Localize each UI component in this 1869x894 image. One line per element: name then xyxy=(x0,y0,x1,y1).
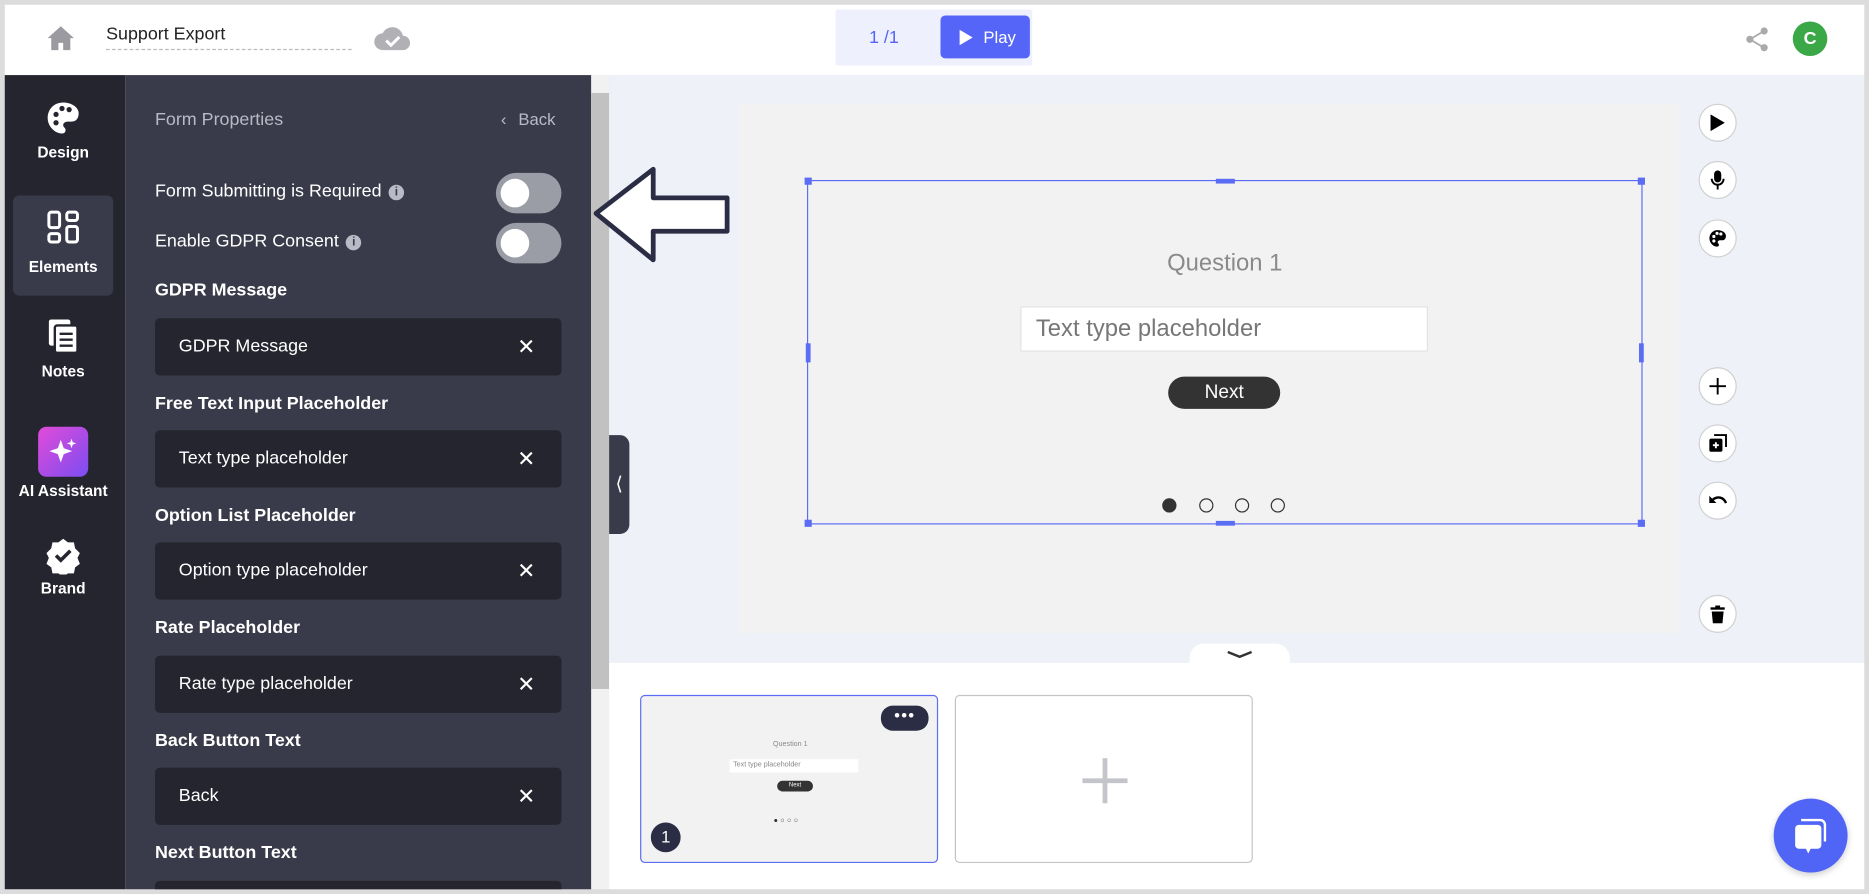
play-icon xyxy=(1710,114,1725,132)
plus-icon xyxy=(1709,377,1727,395)
slide-number-badge: 1 xyxy=(650,822,681,853)
app: Support Export 1 /1 Play C Design Elemen… xyxy=(0,0,1869,894)
field-label: Option List Placeholder xyxy=(154,505,356,526)
enable-gdpr-consent-label: Enable GDPR Consent i xyxy=(155,231,362,252)
delete-slide-button[interactable] xyxy=(1698,594,1737,633)
question-title[interactable]: Question 1 xyxy=(807,250,1643,277)
sidebar-item-label: Design xyxy=(37,143,90,161)
text-input-preview[interactable]: Text type placeholder xyxy=(1020,306,1429,352)
selection-box[interactable] xyxy=(804,177,1645,527)
top-bar: Support Export 1 /1 Play C xyxy=(4,4,1865,76)
clear-icon[interactable]: ✕ xyxy=(517,542,535,599)
clear-icon[interactable]: ✕ xyxy=(517,656,535,713)
clear-icon[interactable]: ✕ xyxy=(517,768,535,825)
enable-gdpr-consent-toggle[interactable] xyxy=(495,222,562,264)
palette-icon xyxy=(47,102,79,134)
clear-icon[interactable]: ✕ xyxy=(517,318,535,375)
sparkles-icon xyxy=(38,426,89,477)
page-counter: 1 /1 xyxy=(868,27,899,48)
chevron-left-icon: ‹ xyxy=(500,109,507,129)
thumbnail-question: Question 1 xyxy=(772,741,808,749)
form-submitting-required-toggle[interactable] xyxy=(495,172,562,214)
back-button[interactable]: ‹ Back xyxy=(501,110,556,129)
sidebar-item-ai-assistant[interactable]: AI Assistant xyxy=(13,417,113,517)
sidebar-item-label: Brand xyxy=(40,579,86,598)
preview-button[interactable] xyxy=(1698,103,1737,142)
field-label: Free Text Input Placeholder xyxy=(154,393,389,414)
back-label: Back xyxy=(518,109,556,129)
option-list-placeholder-input[interactable]: Option type placeholder ✕ xyxy=(154,542,562,600)
cloud-saved-icon xyxy=(374,27,411,51)
add-slide-button[interactable] xyxy=(1698,367,1737,406)
palette-icon xyxy=(1709,230,1726,247)
progress-dot xyxy=(1270,498,1285,513)
sidebar-item-notes[interactable]: Notes xyxy=(13,308,113,408)
play-icon xyxy=(959,29,973,46)
more-options-button[interactable]: ••• xyxy=(880,705,929,731)
form-submitting-required-label: Form Submitting is Required i xyxy=(155,181,405,201)
gdpr-message-input[interactable]: GDPR Message ✕ xyxy=(154,318,562,376)
duplicate-icon xyxy=(1709,434,1727,452)
progress-dot xyxy=(1234,498,1250,513)
progress-dot xyxy=(1199,498,1214,513)
home-icon[interactable] xyxy=(46,25,75,51)
elements-icon xyxy=(47,210,79,244)
badge-check-icon xyxy=(46,538,80,575)
next-button-text-input[interactable] xyxy=(154,880,562,890)
presentation-controls: 1 /1 Play xyxy=(835,9,1033,66)
play-label: Play xyxy=(983,27,1016,47)
sidebar-item-elements[interactable]: Elements xyxy=(13,195,114,296)
thumbnail-dots: ●○○○ xyxy=(773,817,801,825)
rate-placeholder-input[interactable]: Rate type placeholder ✕ xyxy=(154,655,562,713)
avatar[interactable]: C xyxy=(1792,21,1828,57)
chevron-down-icon xyxy=(1227,650,1253,659)
sidebar-item-brand[interactable]: Brand xyxy=(13,527,113,627)
field-label: Back Button Text xyxy=(154,730,301,751)
sidebar-item-label: AI Assistant xyxy=(18,481,108,500)
record-audio-button[interactable] xyxy=(1698,160,1737,200)
collapse-strip-button[interactable] xyxy=(1189,643,1290,670)
collapse-panel-handle[interactable]: ⟨ xyxy=(609,435,630,535)
notes-icon xyxy=(48,319,79,355)
add-slide-tile[interactable] xyxy=(954,694,1253,864)
sidebar-item-label: Elements xyxy=(28,257,98,276)
progress-dot-active xyxy=(1162,498,1177,513)
document-title-input[interactable]: Support Export xyxy=(106,24,352,51)
back-button-text-input[interactable]: Back ✕ xyxy=(154,767,562,825)
chat-support-button[interactable] xyxy=(1773,798,1848,873)
plus-icon xyxy=(1082,758,1128,804)
sidebar-item-label: Notes xyxy=(41,362,85,381)
slide-thumbnail[interactable]: ••• Question 1 Text type placeholder Nex… xyxy=(640,694,939,864)
microphone-icon xyxy=(1710,170,1725,190)
duplicate-slide-button[interactable] xyxy=(1698,424,1737,463)
thumbnail-input: Text type placeholder xyxy=(729,759,859,773)
field-label: GDPR Message xyxy=(154,280,288,301)
free-text-placeholder-input[interactable]: Text type placeholder ✕ xyxy=(154,430,562,488)
play-button[interactable]: Play xyxy=(940,15,1030,59)
trash-icon xyxy=(1710,604,1725,623)
info-icon[interactable]: i xyxy=(345,234,362,251)
undo-icon xyxy=(1709,495,1728,504)
info-icon[interactable]: i xyxy=(388,184,405,201)
undo-button[interactable] xyxy=(1698,481,1737,520)
field-label: Next Button Text xyxy=(154,842,297,864)
theme-button[interactable] xyxy=(1698,219,1737,258)
share-icon[interactable] xyxy=(1745,26,1769,52)
chat-icon xyxy=(1795,818,1827,854)
clear-icon[interactable]: ✕ xyxy=(517,430,535,487)
thumbnail-next: Next xyxy=(777,780,813,792)
form-properties-panel: Form Properties ‹ Back Form Submitting is… xyxy=(125,75,592,890)
panel-title: Form Properties xyxy=(154,109,284,130)
field-label: Rate Placeholder xyxy=(154,617,301,638)
sidebar-item-design[interactable]: Design xyxy=(13,91,113,191)
next-button[interactable]: Next xyxy=(1168,376,1281,409)
sidebar-rail: Design Elements Notes AI Assistant Brand xyxy=(4,75,126,890)
annotation-arrow-icon xyxy=(593,166,730,263)
